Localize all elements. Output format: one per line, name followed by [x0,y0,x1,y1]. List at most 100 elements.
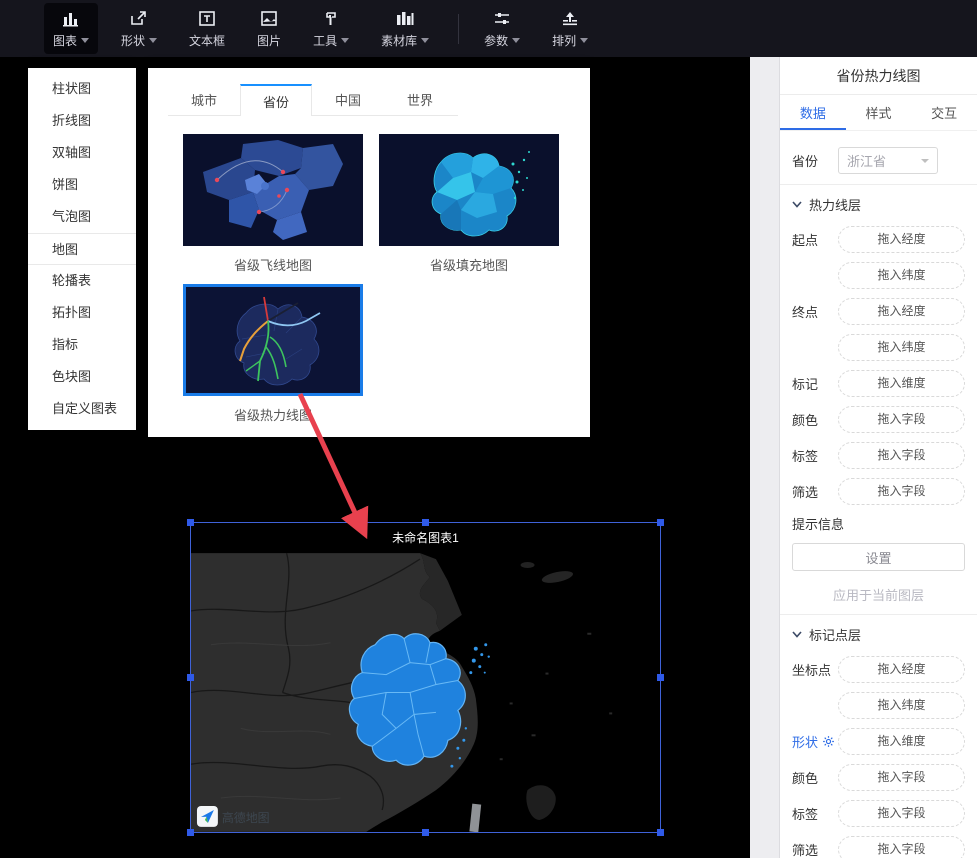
tool-image-button[interactable]: 图片 [248,3,290,54]
drop-zone-dimension[interactable]: 拖入维度 [838,728,965,755]
drop-zone-field[interactable]: 拖入字段 [838,406,965,433]
menu-item-bar-chart[interactable]: 柱状图 [28,73,136,105]
tooltip-settings-button[interactable]: 设置 [792,543,965,571]
resize-handle-mid-left[interactable] [187,674,194,681]
menu-item-dual-axis[interactable]: 双轴图 [28,137,136,169]
menu-item-bubble-chart[interactable]: 气泡图 [28,201,136,233]
menu-item-pie-chart[interactable]: 饼图 [28,169,136,201]
drop-zone-field[interactable]: 拖入字段 [838,800,965,827]
drop-zone-field[interactable]: 拖入字段 [838,764,965,791]
menu-item-color-block[interactable]: 色块图 [28,361,136,393]
field-row: 筛选 拖入字段 [792,836,965,858]
tool-charts-button[interactable]: 图表 [44,3,98,54]
menu-item-map[interactable]: 地图 [28,233,136,265]
map-chart-canvas: 高德地图 [191,553,660,832]
resize-handle-mid-right[interactable] [657,674,664,681]
province-row: 省份 浙江省 [792,147,965,174]
thumbnail-image-selected [183,284,363,396]
chevron-down-icon [792,201,802,208]
menu-item-indicator[interactable]: 指标 [28,329,136,361]
tool-label: 形状 [121,32,145,49]
field-label: 起点 [792,230,838,249]
section-heatline-layer[interactable]: 热力线层 [792,195,965,214]
tab-world[interactable]: 世界 [384,84,456,115]
province-select-value: 浙江省 [847,151,921,170]
chevron-down-icon [921,159,929,163]
drop-zone-latitude[interactable]: 拖入纬度 [838,692,965,719]
field-label-shape: 形状 [792,732,838,751]
image-icon [259,8,279,28]
resize-handle-bottom-center[interactable] [422,829,429,836]
tool-tools-button[interactable]: 工具 [304,3,358,54]
tool-label: 排列 [552,32,576,49]
field-row: 颜色 拖入字段 [792,406,965,433]
thumbnail-province-heatline-map[interactable]: 省级热力线图 [183,284,363,434]
tooltip-info-label: 提示信息 [792,514,965,533]
drop-zone-field[interactable]: 拖入字段 [838,442,965,469]
thumbnail-label: 省级填充地图 [379,246,559,284]
field-label: 终点 [792,302,838,321]
drop-zone-field[interactable]: 拖入字段 [838,478,965,505]
apply-to-layer-button[interactable]: 应用于当前图层 [792,585,965,604]
map-thumbnail-grid: 省级飞线地图 省级填充地图 [183,134,590,434]
resize-handle-top-left[interactable] [187,519,194,526]
chevron-down-icon [81,38,89,43]
chevron-down-icon [580,38,588,43]
resize-handle-bottom-left[interactable] [187,829,194,836]
tool-label: 参数 [484,32,508,49]
section-marker-layer[interactable]: 标记点层 [792,625,965,644]
resize-handle-bottom-right[interactable] [657,829,664,836]
thumbnail-province-flightline-map[interactable]: 省级飞线地图 [183,134,363,284]
field-label: 标记 [792,374,838,393]
tab-city[interactable]: 城市 [168,84,240,115]
library-columns-icon [394,8,416,28]
drop-zone-latitude[interactable]: 拖入纬度 [838,334,965,361]
tool-shapes-button[interactable]: 形状 [112,3,166,54]
thumbnail-image [379,134,559,246]
thumbnail-label: 省级飞线地图 [183,246,363,284]
tab-data[interactable]: 数据 [780,95,846,130]
drop-zone-longitude[interactable]: 拖入经度 [838,656,965,683]
field-row: 起点 拖入经度 [792,226,965,253]
field-row: 标签 拖入字段 [792,442,965,469]
hammer-icon [321,8,341,28]
tab-style[interactable]: 样式 [846,95,912,130]
thumbnail-province-filled-map[interactable]: 省级填充地图 [379,134,559,284]
bar-chart-icon [61,8,81,28]
thumbnail-image [183,134,363,246]
tool-library-button[interactable]: 素材库 [372,3,438,54]
tab-interaction[interactable]: 交互 [911,95,977,130]
drop-zone-longitude[interactable]: 拖入经度 [838,298,965,325]
resize-handle-top-right[interactable] [657,519,664,526]
tool-label: 素材库 [381,32,417,49]
tool-arrange-button[interactable]: 排列 [543,3,597,54]
textbox-icon [197,8,217,28]
menu-item-topology[interactable]: 拓扑图 [28,297,136,329]
tool-label: 图表 [53,32,77,49]
drop-zone-dimension[interactable]: 拖入维度 [838,370,965,397]
field-row: 坐标点 拖入经度 [792,656,965,683]
menu-item-custom-chart[interactable]: 自定义图表 [28,393,136,425]
menu-item-line-chart[interactable]: 折线图 [28,105,136,137]
field-label: 颜色 [792,410,838,429]
divider [780,614,977,615]
top-toolbar: 图表 形状 文本框 图片 工具 素材库 参数 [0,0,977,57]
map-flyout-panel: 城市 省份 中国 世界 [148,68,590,437]
menu-item-carousel-table[interactable]: 轮播表 [28,265,136,297]
chart-widget-selected[interactable]: 未命名图表1 [190,522,661,833]
chevron-down-icon [792,631,802,638]
province-select[interactable]: 浙江省 [838,147,938,174]
drop-zone-field[interactable]: 拖入字段 [838,836,965,858]
panel-body: 省份 浙江省 热力线层 起点 拖入经度 拖入纬度 终点 拖入经度 拖入纬度 [780,131,977,858]
resize-handle-top-center[interactable] [422,519,429,526]
province-label: 省份 [792,151,838,170]
shape-export-icon [129,8,149,28]
tool-label: 工具 [313,32,337,49]
drop-zone-latitude[interactable]: 拖入纬度 [838,262,965,289]
gear-icon[interactable] [822,735,835,748]
tab-province[interactable]: 省份 [240,84,312,116]
tab-china[interactable]: 中国 [312,84,384,115]
tool-params-button[interactable]: 参数 [475,3,529,54]
drop-zone-longitude[interactable]: 拖入经度 [838,226,965,253]
tool-textbox-button[interactable]: 文本框 [180,3,234,54]
